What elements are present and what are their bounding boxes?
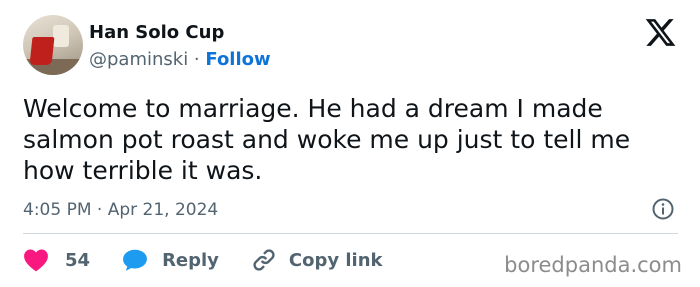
author-name[interactable]: Han Solo Cup (89, 21, 224, 45)
x-logo-icon[interactable] (644, 16, 677, 49)
action-bar: 54 Reply Copy link (23, 246, 383, 274)
tweet-text: Welcome to marriage. He had a dream I ma… (23, 94, 631, 185)
tweet-timestamp[interactable]: 4:05 PM · Apr 21, 2024 (23, 198, 218, 222)
avatar[interactable] (23, 15, 83, 75)
watermark: boredpanda.com (504, 253, 682, 277)
heart-icon (24, 249, 48, 272)
copy-link-label: Copy link (288, 249, 383, 271)
author-handle[interactable]: @paminski (89, 49, 188, 70)
reply-button[interactable]: Reply (122, 248, 219, 272)
like-count: 54 (65, 249, 91, 271)
author-handle-row: @paminski · Follow (89, 48, 271, 72)
info-icon[interactable] (651, 197, 675, 221)
link-icon (253, 249, 275, 271)
reply-label: Reply (162, 249, 219, 271)
speech-bubble-icon (123, 249, 147, 271)
tweet-card: Han Solo Cup @paminski · Follow Welcome … (0, 0, 700, 287)
divider (23, 233, 678, 234)
like-button[interactable]: 54 (23, 248, 90, 272)
copy-link-button[interactable]: Copy link (251, 247, 383, 273)
separator-dot: · (188, 49, 206, 70)
follow-button[interactable]: Follow (205, 49, 270, 70)
